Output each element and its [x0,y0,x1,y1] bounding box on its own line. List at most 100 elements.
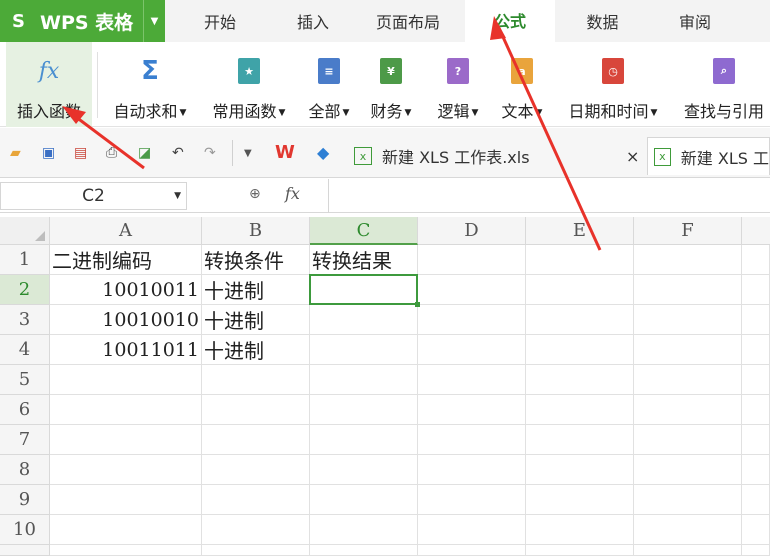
cell-b2[interactable]: 十进制 [202,275,310,305]
cell-a4[interactable]: 10011011 [50,335,202,365]
text-functions-button[interactable]: a 文本 ▼ [497,42,547,127]
export-pdf-icon[interactable]: ▤ [74,145,87,161]
cell-c5[interactable] [310,365,418,395]
cell-d6[interactable] [418,395,526,425]
select-all-corner[interactable] [0,217,50,245]
cell-a8[interactable] [50,455,202,485]
insert-function-button[interactable]: fx 插入函数 [6,42,92,127]
cell-c6[interactable] [310,395,418,425]
chevron-down-icon[interactable]: ▼ [143,0,165,42]
lookup-functions-button[interactable]: ⌕ 查找与引用 [678,42,770,127]
logical-functions-button[interactable]: ? 逻辑 ▼ [432,42,484,127]
cell-c7[interactable] [310,425,418,455]
cell-b8[interactable] [202,455,310,485]
cell-d4[interactable] [418,335,526,365]
cell-b4[interactable]: 十进制 [202,335,310,365]
cell-f11[interactable] [634,545,742,556]
cell-b1[interactable]: 转换条件 [202,245,310,275]
column-header-a[interactable]: A [50,217,202,245]
cell-d7[interactable] [418,425,526,455]
name-box[interactable]: C2 ▼ [0,182,187,210]
zoom-search-icon[interactable]: ⊕ [249,186,261,202]
cell-f4[interactable] [634,335,742,365]
row-header-3[interactable]: 3 [0,305,50,335]
cell-c3[interactable] [310,305,418,335]
column-header-g[interactable] [742,217,770,245]
cell-e6[interactable] [526,395,634,425]
cell-d10[interactable] [418,515,526,545]
document-tab-1[interactable]: x 新建 XLS 工作表.xls × [350,137,640,175]
cell-b9[interactable] [202,485,310,515]
cell-e10[interactable] [526,515,634,545]
cell-a6[interactable] [50,395,202,425]
cell-e4[interactable] [526,335,634,365]
row-header-4[interactable]: 4 [0,335,50,365]
fx-icon[interactable]: fx [285,184,300,203]
cell-d1[interactable] [418,245,526,275]
active-cell-c2[interactable] [309,274,420,307]
app-menu-button[interactable]: S WPS 表格 ▼ [0,0,165,42]
tab-page-layout[interactable]: 页面布局 [351,0,465,42]
print-icon[interactable]: ⎙ [106,145,117,161]
cell-g5[interactable] [742,365,770,395]
cube-icon[interactable]: ◆ [317,143,329,162]
cell-d5[interactable] [418,365,526,395]
cell-a7[interactable] [50,425,202,455]
print-preview-icon[interactable]: ◪ [138,145,151,161]
tab-formula[interactable]: 公式 [465,0,555,42]
save-icon[interactable]: ▣ [42,145,55,161]
cell-d3[interactable] [418,305,526,335]
cell-g6[interactable] [742,395,770,425]
cell-c4[interactable] [310,335,418,365]
cell-g11[interactable] [742,545,770,556]
cell-d2[interactable] [418,275,526,305]
cell-e7[interactable] [526,425,634,455]
document-tab-2[interactable]: x 新建 XLS 工 [647,137,770,175]
column-header-c[interactable]: C [310,217,418,245]
cell-b11[interactable] [202,545,310,556]
cell-b5[interactable] [202,365,310,395]
cell-g3[interactable] [742,305,770,335]
cell-a11[interactable] [50,545,202,556]
common-functions-button[interactable]: ★ 常用函数 ▼ [205,42,293,127]
cell-a1[interactable]: 二进制编码 [50,245,202,275]
cell-f1[interactable] [634,245,742,275]
cell-c10[interactable] [310,515,418,545]
cell-g2[interactable] [742,275,770,305]
cell-f8[interactable] [634,455,742,485]
close-icon[interactable]: × [626,147,639,166]
cell-e5[interactable] [526,365,634,395]
cell-f10[interactable] [634,515,742,545]
tab-start[interactable]: 开始 [165,0,275,42]
column-header-d[interactable]: D [418,217,526,245]
cell-a9[interactable] [50,485,202,515]
wps-w-icon[interactable]: W [275,142,295,163]
tab-data[interactable]: 数据 [555,0,650,42]
cell-d9[interactable] [418,485,526,515]
row-header-8[interactable]: 8 [0,455,50,485]
cell-g7[interactable] [742,425,770,455]
row-header-7[interactable]: 7 [0,425,50,455]
column-header-f[interactable]: F [634,217,742,245]
cell-c9[interactable] [310,485,418,515]
chevron-down-icon[interactable]: ▼ [244,148,252,159]
cell-a5[interactable] [50,365,202,395]
cell-d8[interactable] [418,455,526,485]
cell-e1[interactable] [526,245,634,275]
cell-g10[interactable] [742,515,770,545]
cell-c11[interactable] [310,545,418,556]
cell-b6[interactable] [202,395,310,425]
cell-f5[interactable] [634,365,742,395]
row-header-11[interactable] [0,545,50,556]
cell-e2[interactable] [526,275,634,305]
cell-a2[interactable]: 10010011 [50,275,202,305]
column-header-e[interactable]: E [526,217,634,245]
cell-f7[interactable] [634,425,742,455]
cell-g8[interactable] [742,455,770,485]
column-header-b[interactable]: B [202,217,310,245]
cell-a10[interactable] [50,515,202,545]
cell-c8[interactable] [310,455,418,485]
fill-handle[interactable] [415,302,420,307]
cell-g4[interactable] [742,335,770,365]
open-folder-icon[interactable]: ▰ [10,145,21,161]
